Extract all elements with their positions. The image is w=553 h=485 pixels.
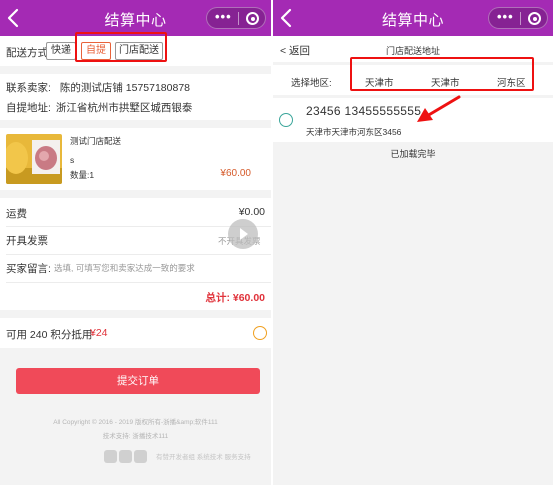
red-arrow-icon (417, 95, 461, 122)
product-sku: s (70, 155, 75, 165)
divider (6, 282, 271, 283)
product-price: ¥60.00 (220, 168, 251, 179)
region-label: 选择地区: (291, 78, 332, 89)
freight-label: 运费 (6, 208, 27, 220)
product-thumbnail (6, 134, 62, 184)
more-menu-icon[interactable]: ••• (215, 9, 232, 24)
address-full: 天津市天津市河东区3456 (306, 127, 402, 137)
delivery-label: 配送方式 (6, 47, 48, 59)
seller-info: 联系卖家: 陈的测试店铺 15757180878 自提地址: 浙江省杭州市拱墅区… (0, 74, 271, 120)
delivery-option-express[interactable]: 快递 (46, 42, 76, 60)
footer-logo-text: 有赞开发者组 系统技术 服务支持 (156, 454, 251, 461)
footer-support: 技术支持: 浙播技术111 (102, 433, 169, 440)
checkout-screen: 结算中心 ••• 配送方式 快递 自提 门店配送 联系卖家: 陈的测试店铺 15… (0, 0, 271, 485)
nav-bar: 结算中心 ••• (273, 0, 553, 36)
contact-seller-label: 联系卖家: (6, 82, 51, 94)
order-options: 运费 ¥0.00 开具发票 不开具发票 买家留言: 选填, 可填写您和卖家达成一… (0, 198, 271, 310)
freight-value: ¥0.00 (238, 206, 265, 218)
mini-program-capsule[interactable]: ••• (488, 7, 548, 29)
points-radio[interactable] (253, 326, 267, 340)
more-menu-icon[interactable]: ••• (497, 9, 514, 24)
close-target-icon[interactable] (528, 12, 541, 25)
product-name: 测试门店配送 (70, 136, 122, 146)
footer-copyright: All Copyright © 2016 - 2019 版权所有-浙播&amp;… (53, 419, 218, 426)
close-target-icon[interactable] (246, 12, 259, 25)
floating-play-button[interactable] (228, 219, 258, 249)
mini-program-capsule[interactable]: ••• (206, 7, 266, 29)
divider (6, 254, 271, 255)
product-item: 测试门店配送 s 数量:1 ¥60.00 (0, 128, 271, 190)
points-row: 可用 240 积分抵用 ¥24 (0, 318, 271, 348)
loaded-status: 已加载完毕 (390, 149, 436, 159)
page-title: 门店配送地址 (385, 46, 440, 56)
capsule-divider (238, 12, 239, 25)
store-address-screen: 结算中心 ••• < 返回 门店配送地址 选择地区: 天津市 天津市 河东区 2… (273, 0, 553, 485)
points-amount: ¥24 (90, 327, 108, 339)
address-name-phone: 23456 13455555555 (306, 104, 422, 118)
submit-order-button[interactable]: 提交订单 (16, 368, 260, 394)
buyer-message-label: 买家留言: (6, 263, 51, 275)
highlight-box-region (350, 57, 534, 91)
address-radio[interactable] (279, 113, 293, 127)
buyer-message-input[interactable]: 选填, 可填写您和卖家达成一致的要求 (54, 262, 195, 274)
order-total: 总计: ¥60.00 (205, 292, 265, 304)
seller-name-phone[interactable]: 陈的测试店铺 15757180878 (60, 82, 190, 94)
nav-bar: 结算中心 ••• (0, 0, 271, 36)
highlight-box-delivery (75, 32, 167, 62)
capsule-divider (520, 12, 521, 25)
points-text: 可用 240 积分抵用 (6, 329, 93, 341)
two-screens: 结算中心 ••• 配送方式 快递 自提 门店配送 联系卖家: 陈的测试店铺 15… (0, 0, 553, 485)
pickup-address-label: 自提地址: (6, 102, 51, 114)
product-quantity: 数量:1 (70, 170, 95, 180)
pickup-address: 浙江省杭州市拱墅区城西银泰 (55, 102, 193, 114)
invoice-label: 开具发票 (6, 235, 48, 247)
